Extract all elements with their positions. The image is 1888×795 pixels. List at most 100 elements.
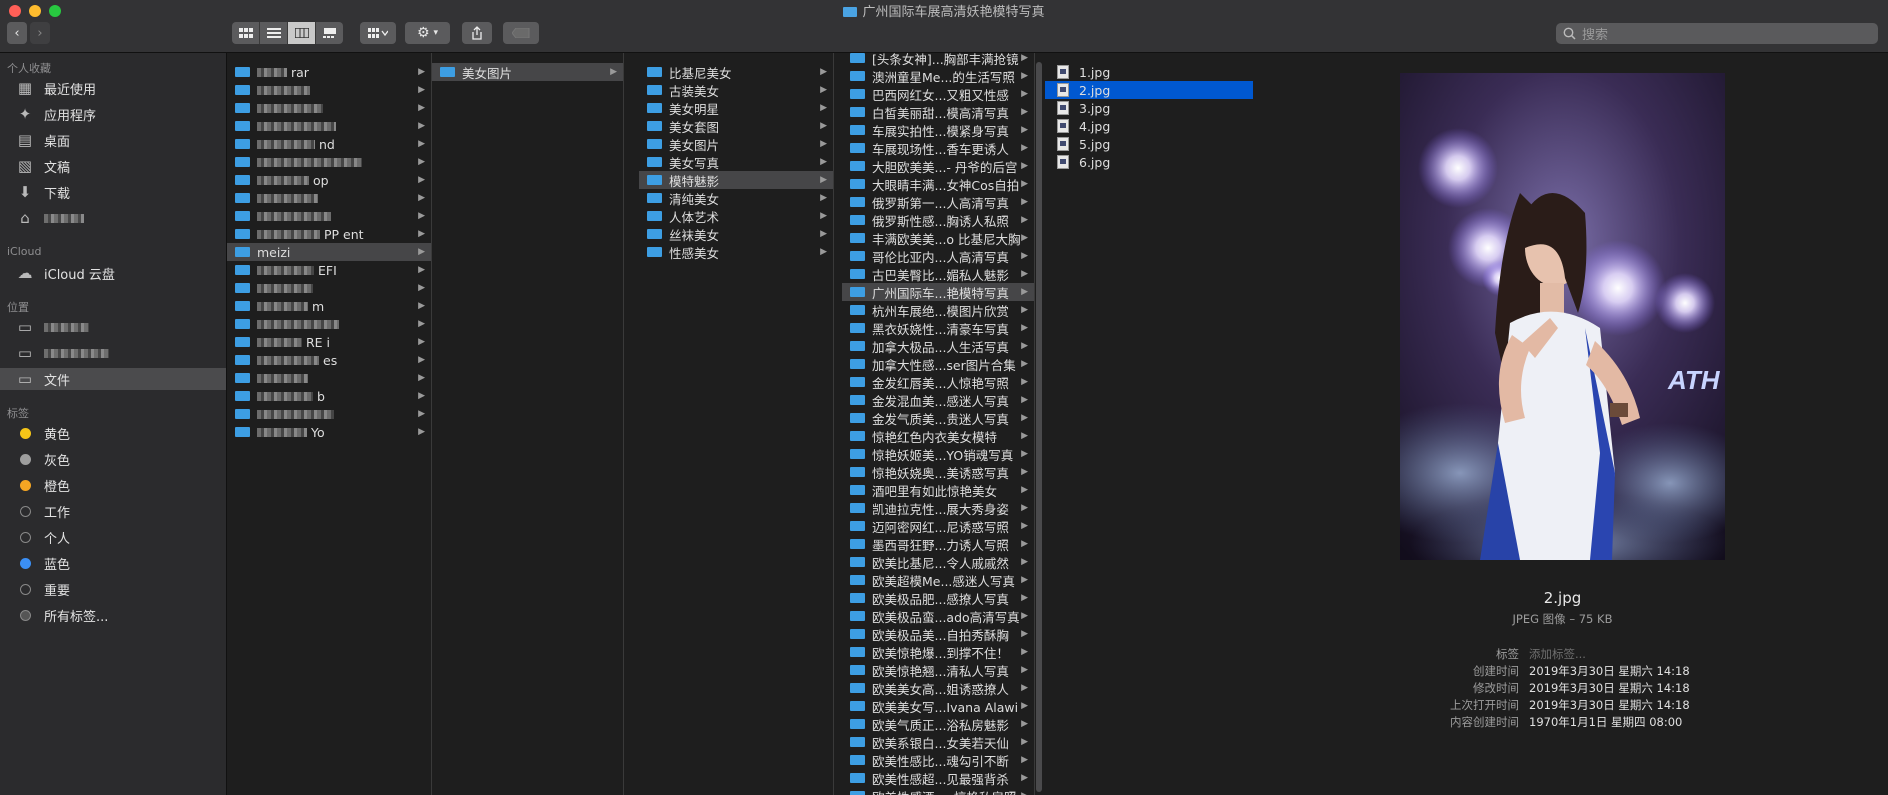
folder-row[interactable]: rar ▶ — [227, 63, 431, 81]
back-button[interactable]: ‹ — [7, 22, 27, 44]
group-by-button[interactable] — [360, 22, 396, 44]
folder-row[interactable]: 俄罗斯性感...胸诱人私照 ▶ — [842, 211, 1034, 229]
folder-row[interactable]: 丰满欧美美...o 比基尼大胸 ▶ — [842, 229, 1034, 247]
folder-row[interactable]: meizi ▶ — [227, 243, 431, 261]
folder-row[interactable]: 金发气质美...贵迷人写真 ▶ — [842, 409, 1034, 427]
column-4[interactable]: [头条女神]...胸部丰满抢镜 ▶ 澳洲童星Me...的生活写照 ▶ 巴西网红女...又… — [842, 53, 1035, 795]
folder-row[interactable]: PP ent ▶ — [227, 225, 431, 243]
share-button[interactable] — [462, 22, 492, 44]
folder-row[interactable]: 欧美气质正...浴私房魅影 ▶ — [842, 715, 1034, 733]
tag-all-tags[interactable]: 所有标签... — [0, 604, 226, 626]
folder-row[interactable]: 白皙美丽甜...模高清写真 ▶ — [842, 103, 1034, 121]
column-1[interactable]: rar ▶ ▶ ▶ ▶ nd ▶ ▶ op ▶ ▶ ▶ PP ent ▶ meizi ▶ EFI ▶ ▶ m ▶ ▶ RE … — [227, 53, 432, 795]
gallery-view-button[interactable] — [316, 22, 343, 44]
folder-row[interactable]: ▶ — [227, 279, 431, 297]
folder-row[interactable]: ▶ — [227, 315, 431, 333]
folder-row[interactable]: 俄罗斯第一...人高清写真 ▶ — [842, 193, 1034, 211]
folder-row[interactable]: 澳洲童星Me...的生活写照 ▶ — [842, 67, 1034, 85]
folder-row[interactable]: 金发混血美...感迷人写真 ▶ — [842, 391, 1034, 409]
folder-row[interactable]: ▶ — [227, 405, 431, 423]
folder-row[interactable]: 美女写真 ▶ — [639, 153, 833, 171]
folder-row[interactable]: EFI ▶ — [227, 261, 431, 279]
folder-row[interactable]: 加拿大极品...人生活写真 ▶ — [842, 337, 1034, 355]
folder-row[interactable]: ▶ — [227, 189, 431, 207]
file-row[interactable]: 6.jpg — [1045, 153, 1253, 171]
folder-row[interactable]: 人体艺术 ▶ — [639, 207, 833, 225]
folder-row[interactable]: ▶ — [227, 207, 431, 225]
column-5[interactable]: 1.jpg 2.jpg 3.jpg 4.jpg 5.jpg 6.jpg — [1045, 53, 1254, 795]
column-view-button[interactable] — [288, 22, 316, 44]
tag-gray[interactable]: 灰色 — [0, 448, 226, 470]
folder-row[interactable]: 欧美超模Me...感迷人写真 ▶ — [842, 571, 1034, 589]
list-view-button[interactable] — [260, 22, 288, 44]
folder-row[interactable]: ▶ — [227, 99, 431, 117]
file-row[interactable]: 4.jpg — [1045, 117, 1253, 135]
folder-row[interactable]: 哥伦比亚内...人高清写真 ▶ — [842, 247, 1034, 265]
tag-yellow[interactable]: 黄色 — [0, 422, 226, 444]
sidebar-item-recents[interactable]: ▦ 最近使用 — [0, 77, 226, 99]
folder-row[interactable]: 欧美惊艳翘...清私人写真 ▶ — [842, 661, 1034, 679]
folder-row[interactable]: 欧美性感比...魂勾引不断 ▶ — [842, 751, 1034, 769]
folder-row[interactable]: 清纯美女 ▶ — [639, 189, 833, 207]
folder-row[interactable]: 大胆欧美美...- 丹爷的后宫 ▶ — [842, 157, 1034, 175]
folder-row[interactable]: 加拿大性感...ser图片合集 ▶ — [842, 355, 1034, 373]
folder-row[interactable]: Yo ▶ — [227, 423, 431, 441]
action-menu-button[interactable]: ⚙ ▾ — [405, 22, 450, 44]
tag-button[interactable] — [503, 22, 539, 44]
folder-row[interactable]: ▶ — [227, 81, 431, 99]
sidebar-item-applications[interactable]: ✦ 应用程序 — [0, 103, 226, 125]
folder-row[interactable]: 古巴美臀比...媚私人魅影 ▶ — [842, 265, 1034, 283]
folder-row[interactable]: 惊艳妖姬美...YO销魂写真 ▶ — [842, 445, 1034, 463]
folder-row[interactable]: 车展实拍性...模紧身写真 ▶ — [842, 121, 1034, 139]
folder-row[interactable]: 比基尼美女 ▶ — [639, 63, 833, 81]
folder-row[interactable]: 美女明星 ▶ — [639, 99, 833, 117]
folder-row[interactable]: b ▶ — [227, 387, 431, 405]
folder-row[interactable]: 古装美女 ▶ — [639, 81, 833, 99]
sidebar-item-disk-2[interactable]: ▭ — [0, 342, 226, 364]
folder-row[interactable]: 欧美极品蛮...ado高清写真 ▶ — [842, 607, 1034, 625]
tag-orange[interactable]: 橙色 — [0, 474, 226, 496]
folder-row[interactable]: 欧美系银白...女美若天仙 ▶ — [842, 733, 1034, 751]
folder-row[interactable]: 欧美极品肥...感撩人写真 ▶ — [842, 589, 1034, 607]
folder-row[interactable]: nd ▶ — [227, 135, 431, 153]
folder-row[interactable]: 欧美性感酒...y惊艳私房照 ▶ — [842, 787, 1034, 795]
sidebar-item-disk-1[interactable]: ▭ — [0, 316, 226, 338]
folder-row[interactable]: ▶ — [227, 117, 431, 135]
folder-row[interactable]: 黑衣妖娆性...清豪车写真 ▶ — [842, 319, 1034, 337]
folder-row[interactable]: 酒吧里有如此惊艳美女 ▶ — [842, 481, 1034, 499]
sidebar-item-documents[interactable]: ▧ 文稿 — [0, 155, 226, 177]
folder-row[interactable]: ▶ — [227, 153, 431, 171]
file-row[interactable]: 2.jpg — [1045, 81, 1253, 99]
sidebar-item-files[interactable]: ▭ 文件 — [0, 368, 226, 390]
folder-row[interactable]: 模特魅影 ▶ — [639, 171, 833, 189]
folder-row[interactable]: 美女套图 ▶ — [639, 117, 833, 135]
tag-blue[interactable]: 蓝色 — [0, 552, 226, 574]
folder-row[interactable]: 欧美美女写...Ivana Alawi ▶ — [842, 697, 1034, 715]
sidebar-item-downloads[interactable]: ⬇ 下载 — [0, 181, 226, 203]
folder-row[interactable]: 欧美性感超...见最强背杀 ▶ — [842, 769, 1034, 787]
folder-row[interactable]: 广州国际车...艳模特写真 ▶ — [842, 283, 1034, 301]
search-field[interactable]: 搜索 — [1556, 23, 1878, 44]
sidebar-item-desktop[interactable]: ▤ 桌面 — [0, 129, 226, 151]
folder-row[interactable]: 欧美比基尼...令人戚戚然 ▶ — [842, 553, 1034, 571]
add-tags-field[interactable]: 添加标签... — [1529, 646, 1586, 662]
file-row[interactable]: 3.jpg — [1045, 99, 1253, 117]
folder-row[interactable]: 车展现场性...香车更诱人 ▶ — [842, 139, 1034, 157]
sidebar-item-icloud-drive[interactable]: ☁ iCloud 云盘 — [0, 262, 226, 284]
folder-row[interactable]: 欧美惊艳爆...到撑不住！ ▶ — [842, 643, 1034, 661]
folder-row[interactable]: 欧美美女高...姐诱惑撩人 ▶ — [842, 679, 1034, 697]
folder-row[interactable]: 墨西哥狂野...力诱人写照 ▶ — [842, 535, 1034, 553]
column-2[interactable]: 美女图片 ▶ — [432, 53, 624, 795]
folder-row[interactable]: RE i ▶ — [227, 333, 431, 351]
sidebar-item-user-home[interactable]: ⌂ — [0, 207, 226, 229]
folder-row[interactable]: 欧美极品美...自拍秀酥胸 ▶ — [842, 625, 1034, 643]
folder-row[interactable]: 巴西网红女...又粗又性感 ▶ — [842, 85, 1034, 103]
tag-work[interactable]: 工作 — [0, 500, 226, 522]
folder-row[interactable]: 惊艳红色内衣美女模特 ▶ — [842, 427, 1034, 445]
folder-row[interactable]: 金发红唇美...人惊艳写照 ▶ — [842, 373, 1034, 391]
column-3[interactable]: 比基尼美女 ▶ 古装美女 ▶ 美女明星 ▶ 美女套图 ▶ 美女图片 ▶ 美女写真 ▶ 模特魅影 ▶ 清纯美女… — [639, 53, 834, 795]
column-4-scrollbar[interactable] — [1036, 62, 1042, 792]
folder-row[interactable]: 凯迪拉克性...展大秀身姿 ▶ — [842, 499, 1034, 517]
forward-button[interactable]: › — [30, 22, 50, 44]
folder-row[interactable]: 丝袜美女 ▶ — [639, 225, 833, 243]
